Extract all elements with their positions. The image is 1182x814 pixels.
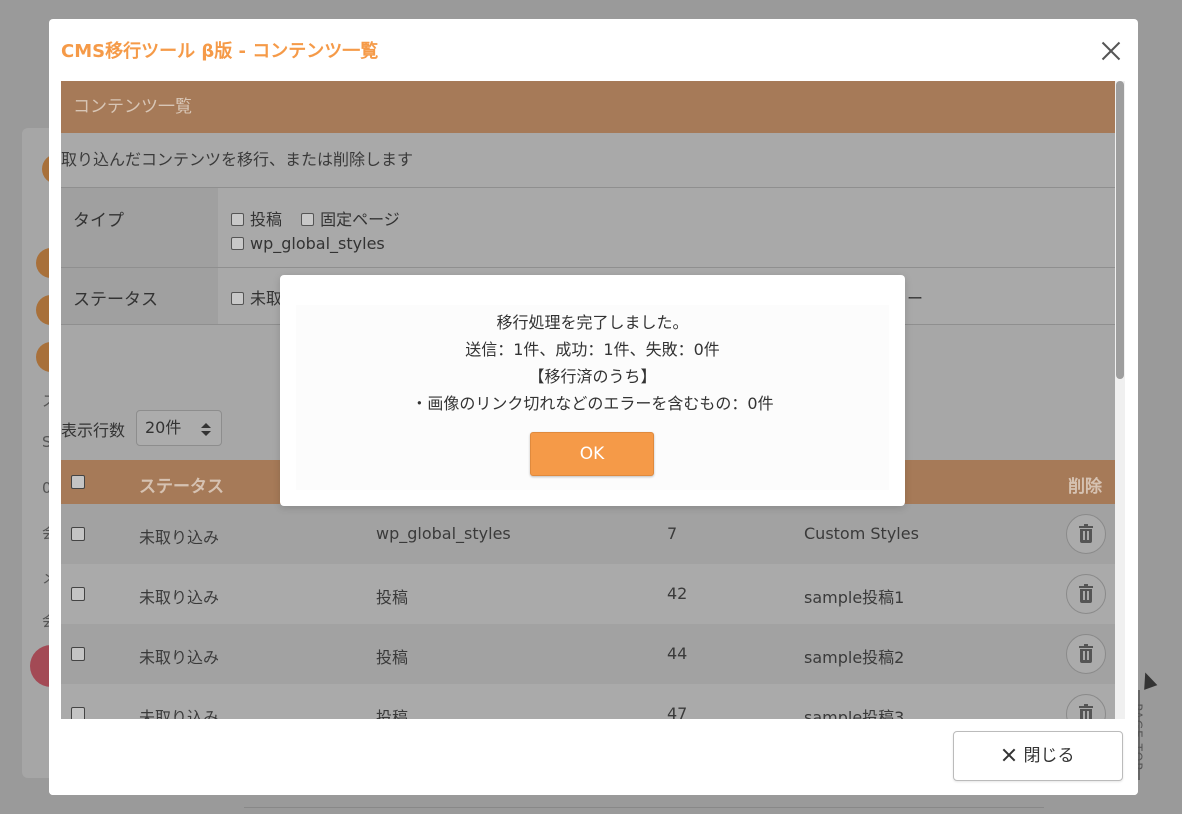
cell-id: 44	[667, 644, 688, 663]
filter-status-first[interactable]: 未取	[231, 289, 282, 308]
cell-id: 42	[667, 584, 688, 603]
filter-status-label: ステータス	[61, 268, 218, 324]
option-label: 固定ページ	[320, 210, 400, 229]
table-row: 未取り込み wp_global_styles 7 Custom Styles	[61, 504, 1115, 564]
checkbox[interactable]	[231, 292, 244, 305]
cell-id: 7	[667, 524, 678, 543]
header-delete: 削除	[1068, 477, 1102, 497]
row-checkbox[interactable]	[71, 587, 85, 601]
delete-button[interactable]	[1066, 514, 1106, 554]
row-checkbox[interactable]	[71, 647, 85, 661]
cell-type: 投稿	[376, 708, 409, 719]
cell-id: 47	[667, 704, 688, 719]
option-label: wp_global_styles	[250, 234, 385, 253]
arrow-up-icon	[1138, 670, 1158, 690]
dialog-message-line1: 移行処理を完了しました。	[496, 313, 689, 332]
cell-status: 未取り込み	[139, 528, 220, 547]
page-top-link[interactable]: PAGE TOP	[1131, 670, 1162, 780]
option-label: 投稿	[250, 210, 283, 229]
checkbox[interactable]	[231, 213, 244, 226]
completion-dialog: 移行処理を完了しました。 送信：1件、成功：1件、失敗：0件 【移行済のうち】 …	[280, 275, 905, 506]
trash-icon	[1079, 704, 1093, 719]
section-description: 取り込んだコンテンツを移行、または削除します	[61, 133, 1115, 188]
cell-title: sample投稿2	[804, 648, 905, 667]
filter-type-label: タイプ	[61, 188, 218, 267]
trash-icon	[1079, 524, 1093, 543]
row-checkbox[interactable]	[71, 707, 85, 719]
table-row: 未取り込み 投稿 47 sample投稿3	[61, 684, 1115, 719]
table-row: 未取り込み 投稿 42 sample投稿1	[61, 564, 1115, 624]
rows-per-page-label: 表示行数	[61, 421, 126, 440]
checkbox[interactable]	[301, 213, 315, 226]
option-label: 未取	[250, 289, 283, 308]
dialog-message-line2: 送信：1件、成功：1件、失敗：0件	[465, 340, 720, 359]
filter-type-page[interactable]: 固定ページ	[301, 210, 400, 229]
modal-title: CMS移行ツール β版 - コンテンツ一覧	[61, 41, 379, 62]
cell-type: wp_global_styles	[376, 524, 511, 543]
delete-button[interactable]	[1066, 694, 1106, 719]
close-icon[interactable]	[1099, 39, 1123, 63]
dialog-message-line3: 【移行済のうち】	[528, 367, 657, 386]
select-all-checkbox[interactable]	[71, 475, 85, 489]
delete-button[interactable]	[1066, 574, 1106, 614]
trash-icon	[1079, 644, 1093, 663]
cell-status: 未取り込み	[139, 708, 220, 719]
cell-title: sample投稿1	[804, 588, 905, 607]
modal-scrollbar[interactable]	[1115, 81, 1125, 719]
checkbox[interactable]	[231, 237, 244, 250]
dialog-message-line4: ・画像のリンク切れなどのエラーを含むもの：0件	[411, 394, 774, 413]
section-title: コンテンツ一覧	[61, 81, 1115, 133]
close-button[interactable]: 閉じる	[953, 731, 1123, 781]
chevron-up-icon	[201, 423, 211, 428]
cell-status: 未取り込み	[139, 648, 220, 667]
rows-per-page-value: 20件	[145, 418, 182, 437]
filter-type-post[interactable]: 投稿	[231, 210, 282, 229]
cell-type: 投稿	[376, 648, 409, 667]
delete-button[interactable]	[1066, 634, 1106, 674]
ok-button[interactable]: OK	[530, 432, 654, 476]
trash-icon	[1079, 584, 1093, 603]
header-status: ステータス	[139, 477, 224, 497]
row-checkbox[interactable]	[71, 527, 85, 541]
filter-type-global-styles[interactable]: wp_global_styles	[231, 234, 385, 253]
close-button-label: 閉じる	[1023, 746, 1075, 766]
cell-title: Custom Styles	[804, 524, 919, 543]
filter-type-options: 投稿 固定ページ wp_global_styles	[231, 206, 414, 253]
filter-type-row: タイプ 投稿 固定ページ wp_global_styles	[61, 188, 1115, 268]
scrollbar-thumb[interactable]	[1116, 81, 1124, 379]
cell-title: sample投稿3	[804, 708, 905, 719]
cell-status: 未取り込み	[139, 588, 220, 607]
chevron-down-icon	[201, 431, 211, 436]
background-divider	[244, 807, 1044, 808]
modal-footer: 閉じる	[49, 719, 1138, 795]
close-icon	[1002, 748, 1016, 762]
rows-per-page-select[interactable]: 20件	[136, 410, 222, 446]
table-row: 未取り込み 投稿 44 sample投稿2	[61, 624, 1115, 684]
cell-type: 投稿	[376, 588, 409, 607]
